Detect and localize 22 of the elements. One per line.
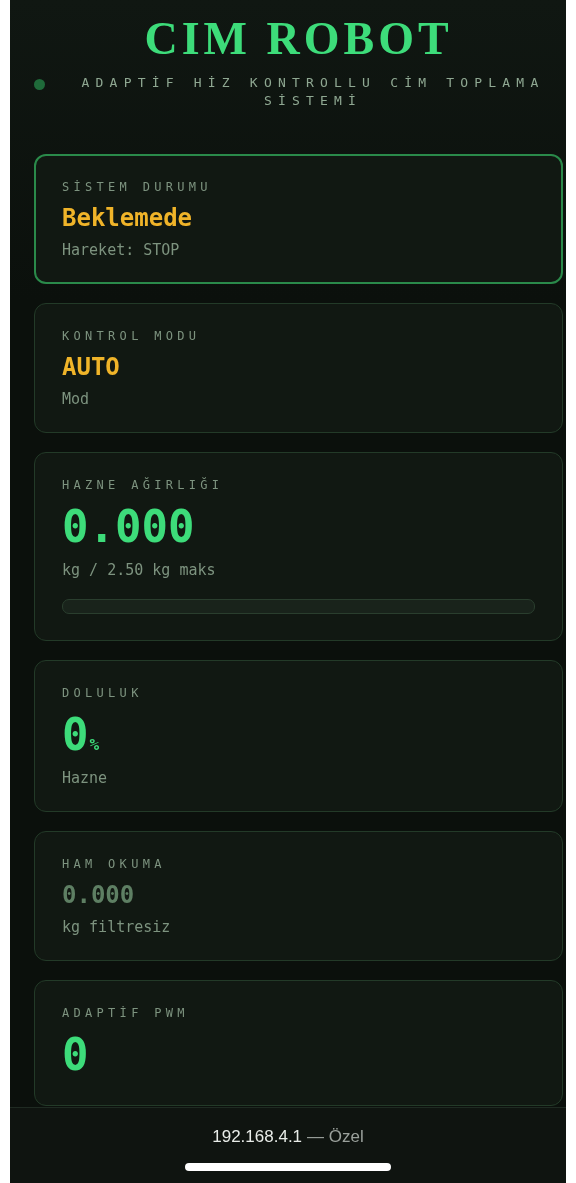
card-value: 0.000 — [62, 500, 195, 554]
card-caption: Hareket: STOP — [62, 240, 181, 261]
card-label: SİSTEM DURUMU — [62, 179, 213, 195]
card-value: AUTO — [62, 352, 120, 383]
card-value: 0 — [62, 1028, 89, 1082]
address-note: — Özel — [307, 1127, 364, 1146]
card-caption: Hazne — [62, 768, 109, 789]
app-subtitle: ADAPTİF HİZ KONTROLLU CİM TOPLAMA SİSTEMİ — [80, 74, 546, 110]
card-caption: Mod — [62, 389, 91, 410]
card-caption: kg / 2.50 kg maks — [62, 560, 217, 581]
unit-label: % — [89, 735, 100, 755]
address-url: 192.168.4.1 — [212, 1127, 303, 1146]
card-caption: kg filtresiz — [62, 917, 172, 938]
card-value: 0 — [62, 708, 89, 762]
card-label: HAZNE AĞIRLIĞI — [62, 477, 225, 493]
card-label: HAM OKUMA — [62, 856, 167, 872]
card-value: Beklemede — [62, 203, 193, 234]
card-label: KONTROL MODU — [62, 328, 202, 344]
card-label: ADAPTİF PWM — [62, 1005, 190, 1021]
card-label: DOLULUK — [62, 685, 144, 701]
app-title: CIM ROBOT — [144, 12, 453, 66]
card-value: 0.000 — [62, 880, 135, 911]
